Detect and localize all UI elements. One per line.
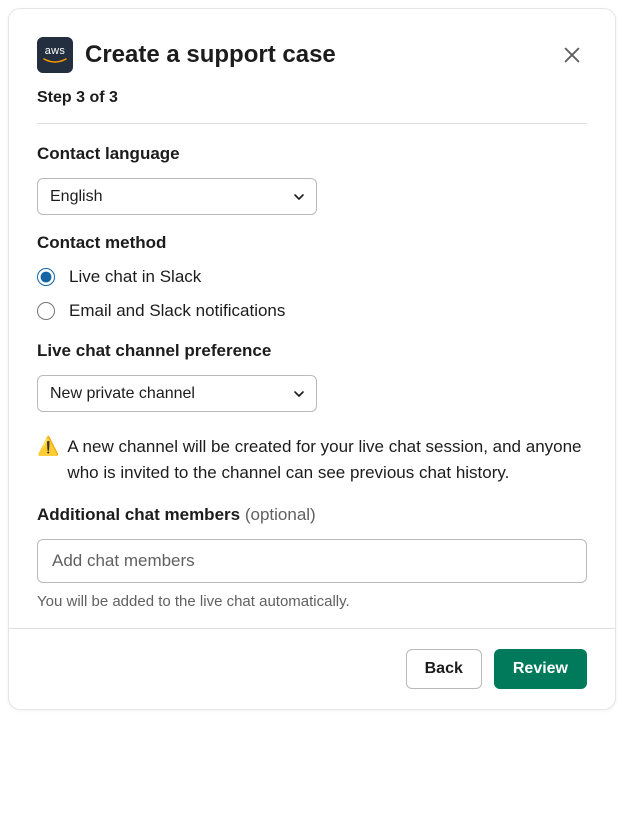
contact-method-label: Contact method <box>37 233 587 253</box>
additional-members-helper: You will be added to the live chat autom… <box>37 593 587 610</box>
review-button[interactable]: Review <box>494 649 587 689</box>
aws-logo: aws <box>37 37 73 73</box>
additional-members-label: Additional chat members (optional) <box>37 505 587 525</box>
aws-smile-icon <box>43 58 67 64</box>
warning-icon: ⚠️ <box>37 434 59 459</box>
radio-input-email[interactable] <box>37 302 55 320</box>
channel-preference-select-wrapper: New private channel <box>37 375 317 412</box>
modal-footer: Back Review <box>9 628 615 709</box>
channel-preference-label: Live chat channel preference <box>37 341 587 361</box>
create-support-case-modal: aws Create a support case Step 3 of 3 Co… <box>8 8 616 710</box>
contact-method-radio-group: Live chat in Slack Email and Slack notif… <box>37 267 587 321</box>
channel-info-text: A new channel will be created for your l… <box>67 434 587 485</box>
radio-label: Live chat in Slack <box>69 267 201 287</box>
back-button[interactable]: Back <box>406 649 482 689</box>
contact-language-label: Contact language <box>37 144 587 164</box>
modal-header: aws Create a support case <box>9 9 615 81</box>
radio-option-live-chat[interactable]: Live chat in Slack <box>37 267 587 287</box>
channel-info-box: ⚠️ A new channel will be created for you… <box>37 434 587 485</box>
additional-members-input[interactable] <box>37 539 587 583</box>
close-button[interactable] <box>557 40 587 70</box>
radio-input-live-chat[interactable] <box>37 268 55 286</box>
optional-hint: (optional) <box>245 505 316 524</box>
step-indicator: Step 3 of 3 <box>9 81 615 123</box>
close-icon <box>561 44 583 66</box>
channel-preference-select[interactable]: New private channel <box>37 375 317 412</box>
modal-body: Contact language English Contact method … <box>9 124 615 628</box>
radio-label: Email and Slack notifications <box>69 301 285 321</box>
modal-title: Create a support case <box>85 41 557 69</box>
contact-language-select[interactable]: English <box>37 178 317 215</box>
radio-option-email[interactable]: Email and Slack notifications <box>37 301 587 321</box>
contact-language-select-wrapper: English <box>37 178 317 215</box>
